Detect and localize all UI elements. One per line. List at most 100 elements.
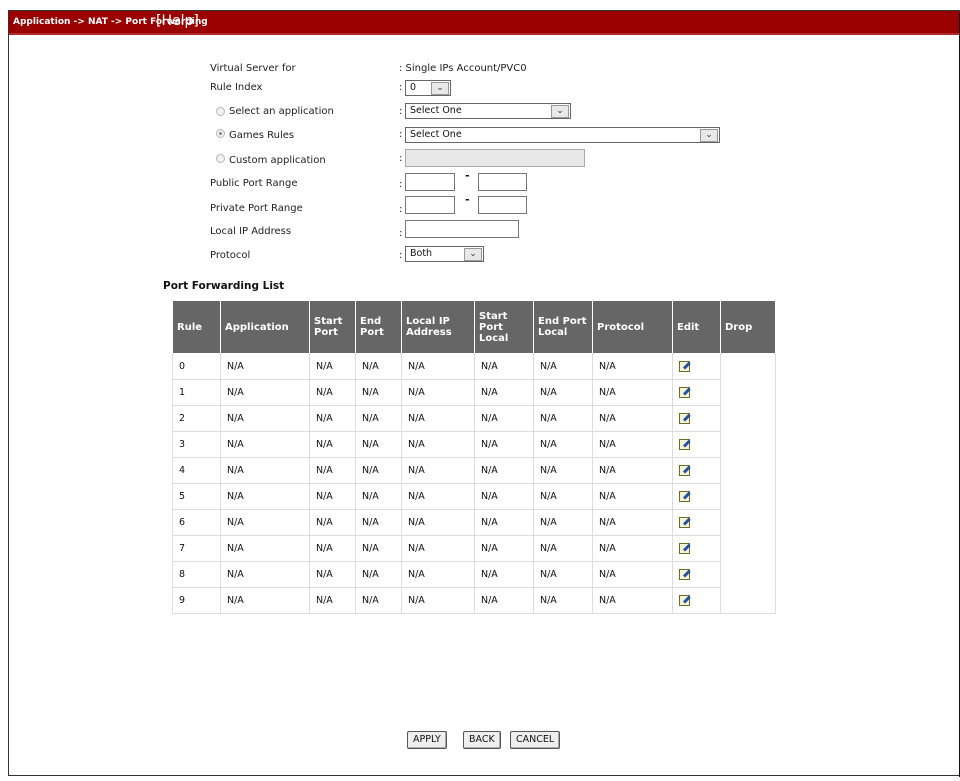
cell-rule: 1	[172, 379, 221, 406]
custom-app-radio[interactable]	[216, 154, 225, 163]
help-link[interactable]: [Help]	[156, 13, 199, 29]
cell-start-port-local: N/A	[474, 483, 534, 510]
cell-end-port: N/A	[355, 379, 402, 406]
games-rules-radio[interactable]	[216, 129, 225, 138]
protocol-select[interactable]: Both ⌄	[405, 246, 484, 262]
local-ip-input[interactable]	[405, 220, 519, 238]
colon: :	[399, 106, 403, 117]
games-rules-select[interactable]: Select One ⌄	[405, 127, 720, 143]
private-port-start-input[interactable]	[405, 196, 455, 214]
table-body: 0 N/A N/A N/A N/A N/A N/A N/A 1 N/A N/A N/A N/A N/A N/…	[172, 353, 776, 614]
public-port-label: Public Port Range	[210, 178, 298, 189]
cell-start-port: N/A	[309, 535, 356, 562]
cell-end-port-local: N/A	[533, 405, 593, 432]
edit-icon[interactable]	[679, 567, 692, 580]
table-row: 0 N/A N/A N/A N/A N/A N/A N/A	[172, 353, 776, 614]
cell-application: N/A	[220, 353, 310, 380]
edit-icon[interactable]	[679, 489, 692, 502]
header-protocol: Protocol	[592, 300, 673, 354]
cancel-button[interactable]: CANCEL	[510, 731, 561, 749]
edit-icon[interactable]	[679, 593, 692, 606]
cell-application: N/A	[220, 587, 310, 614]
private-port-end-input[interactable]	[478, 196, 527, 214]
cell-rule: 6	[172, 509, 221, 536]
cell-edit	[672, 561, 721, 588]
edit-icon[interactable]	[679, 463, 692, 476]
table-row: 8 N/A N/A N/A N/A N/A N/A N/A	[172, 561, 776, 588]
protocol-label: Protocol	[210, 250, 251, 261]
cell-end-port: N/A	[355, 353, 402, 380]
edit-icon[interactable]	[679, 359, 692, 372]
cell-protocol: N/A	[592, 561, 673, 588]
colon: :	[399, 179, 403, 190]
cell-end-port: N/A	[355, 561, 402, 588]
cell-edit	[672, 405, 721, 432]
cell-protocol: N/A	[592, 483, 673, 510]
custom-app-input[interactable]	[405, 149, 585, 167]
chevron-down-icon: ⌄	[551, 105, 569, 118]
cell-end-port-local: N/A	[533, 457, 593, 484]
edit-icon[interactable]	[679, 437, 692, 450]
back-button[interactable]: BACK	[463, 731, 501, 749]
cell-start-port: N/A	[309, 509, 356, 536]
port-forwarding-list-title: Port Forwarding List	[163, 280, 285, 292]
cell-end-port: N/A	[355, 587, 402, 614]
apply-button[interactable]: APPLY	[407, 731, 447, 749]
select-app-select[interactable]: Select One ⌄	[405, 103, 571, 119]
chevron-down-icon: ⌄	[431, 82, 449, 95]
table-row: 7 N/A N/A N/A N/A N/A N/A N/A	[172, 535, 776, 562]
rule-index-value: 0	[410, 82, 417, 93]
range-dash: -	[465, 193, 470, 206]
rule-index-select[interactable]: 0 ⌄	[405, 80, 451, 96]
cell-protocol: N/A	[592, 509, 673, 536]
edit-icon[interactable]	[679, 411, 692, 424]
chevron-down-icon: ⌄	[700, 129, 718, 142]
cell-local-ip: N/A	[401, 405, 475, 432]
cell-drop	[720, 353, 776, 614]
cell-protocol: N/A	[592, 535, 673, 562]
cell-rule: 4	[172, 457, 221, 484]
protocol-value: Both	[410, 248, 433, 259]
cell-end-port-local: N/A	[533, 483, 593, 510]
cell-protocol: N/A	[592, 587, 673, 614]
cell-application: N/A	[220, 483, 310, 510]
table-row: 5 N/A N/A N/A N/A N/A N/A N/A	[172, 483, 776, 510]
cell-edit	[672, 535, 721, 562]
cell-local-ip: N/A	[401, 483, 475, 510]
cell-start-port-local: N/A	[474, 587, 534, 614]
select-app-value: Select One	[410, 105, 462, 116]
range-dash: -	[465, 169, 470, 182]
cell-protocol: N/A	[592, 457, 673, 484]
header-end-port: End Port	[355, 300, 402, 354]
cell-edit	[672, 431, 721, 458]
header-edit: Edit	[672, 300, 721, 354]
cell-edit	[672, 483, 721, 510]
cell-local-ip: N/A	[401, 431, 475, 458]
table-header-row: Rule Application Start Port End Port Loc…	[172, 300, 776, 354]
games-rules-value: Select One	[410, 129, 462, 140]
public-port-start-input[interactable]	[405, 173, 455, 191]
virtual-server-value: : Single IPs Account/PVC0	[399, 63, 527, 74]
select-app-radio[interactable]	[216, 107, 225, 116]
cell-end-port-local: N/A	[533, 535, 593, 562]
edit-icon[interactable]	[679, 385, 692, 398]
chevron-down-icon: ⌄	[464, 248, 482, 261]
edit-icon[interactable]	[679, 541, 692, 554]
edit-icon[interactable]	[679, 515, 692, 528]
private-port-label: Private Port Range	[210, 203, 303, 214]
cell-start-port: N/A	[309, 483, 356, 510]
cell-end-port: N/A	[355, 483, 402, 510]
cell-start-port-local: N/A	[474, 379, 534, 406]
public-port-end-input[interactable]	[478, 173, 527, 191]
cell-local-ip: N/A	[401, 509, 475, 536]
cell-edit	[672, 587, 721, 614]
title-bar: Application -> NAT -> Port Forwarding [H…	[9, 11, 959, 35]
colon: :	[399, 228, 403, 239]
virtual-server-label: Virtual Server for	[210, 63, 296, 74]
local-ip-label: Local IP Address	[210, 226, 292, 237]
colon: :	[399, 82, 403, 93]
cell-application: N/A	[220, 431, 310, 458]
cell-application: N/A	[220, 509, 310, 536]
header-end-port-local: End Port Local	[533, 300, 593, 354]
header-drop: Drop	[720, 300, 776, 354]
